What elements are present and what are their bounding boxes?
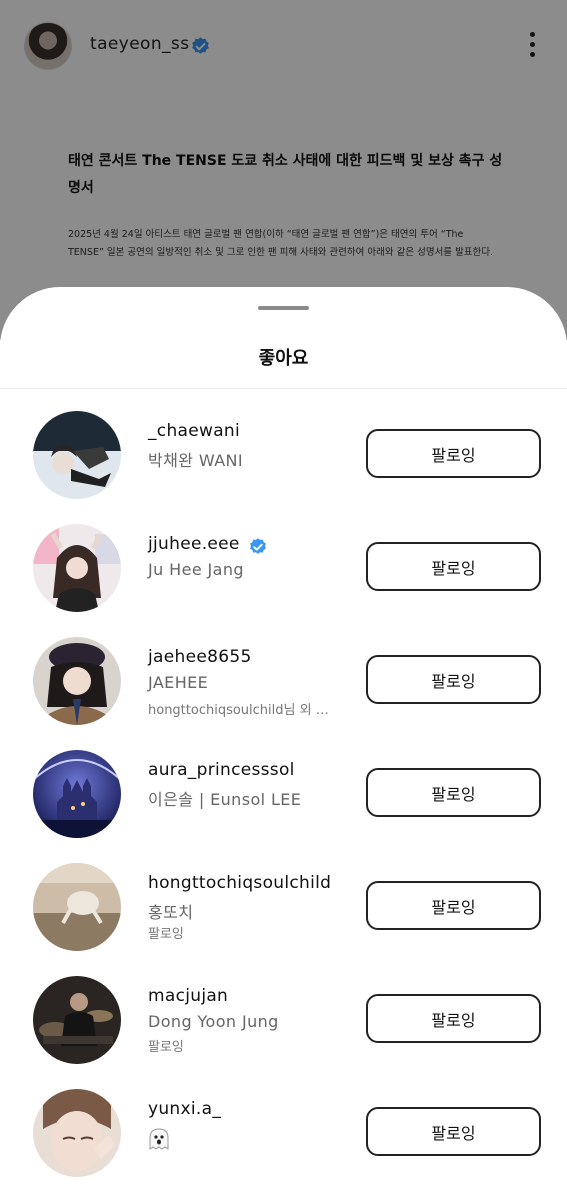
following-button[interactable]: 팔로잉 <box>366 881 541 930</box>
avatar[interactable] <box>33 637 121 725</box>
following-button[interactable]: 팔로잉 <box>366 542 541 591</box>
following-button[interactable]: 팔로잉 <box>366 994 541 1043</box>
username[interactable]: yunxi.a_ <box>148 1099 221 1119</box>
follow-status: 팔로잉 <box>148 927 184 942</box>
display-name: Ju Hee Jang <box>148 560 244 579</box>
like-list-item[interactable]: jaehee8655 JAEHEE hongttochiqsoulchild님 … <box>0 631 567 731</box>
avatar[interactable] <box>33 1089 121 1177</box>
username[interactable]: macjujan <box>148 986 228 1006</box>
display-name: 박채완 WANI <box>148 451 244 470</box>
following-button[interactable]: 팔로잉 <box>366 768 541 817</box>
like-list-item[interactable]: jjuhee.eee Ju Hee Jang 팔로잉 <box>0 518 567 618</box>
avatar[interactable] <box>33 524 121 612</box>
display-name: 이은솔 | Eunsol LEE <box>148 790 302 809</box>
username[interactable]: _chaewani <box>148 421 240 441</box>
likes-bottom-sheet: 좋아요 _chaewani 박채완 WANI 팔로잉 jjuhee.eee Ju… <box>0 287 567 1200</box>
mutual-followers[interactable]: hongttochiqsoulchild님 외 … <box>148 699 348 718</box>
username[interactable]: jaehee8655 <box>148 647 252 667</box>
display-name: 홍또치 <box>148 903 194 922</box>
divider <box>0 388 567 389</box>
avatar[interactable] <box>33 750 121 838</box>
following-button[interactable]: 팔로잉 <box>366 655 541 704</box>
avatar[interactable] <box>33 976 121 1064</box>
username[interactable]: aura_princesssol <box>148 760 295 780</box>
sheet-title: 좋아요 <box>258 348 309 369</box>
username[interactable]: jjuhee.eee <box>148 534 240 554</box>
follow-status: 팔로잉 <box>148 1040 184 1055</box>
following-button[interactable]: 팔로잉 <box>366 1107 541 1156</box>
ghost-emoji-icon <box>149 1128 169 1150</box>
avatar[interactable] <box>33 863 121 951</box>
display-name: Dong Yoon Jung <box>148 1012 279 1031</box>
drag-handle[interactable] <box>258 306 309 310</box>
avatar[interactable] <box>33 411 121 499</box>
verified-badge-icon <box>250 538 266 554</box>
username[interactable]: hongttochiqsoulchild <box>148 873 331 893</box>
like-list-item[interactable]: hongttochiqsoulchild 홍또치 팔로잉 팔로잉 <box>0 857 567 957</box>
following-button[interactable]: 팔로잉 <box>366 429 541 478</box>
like-list-item[interactable]: _chaewani 박채완 WANI 팔로잉 <box>0 405 567 505</box>
like-list-item[interactable]: macjujan Dong Yoon Jung 팔로잉 팔로잉 <box>0 970 567 1070</box>
like-list-item[interactable]: aura_princesssol 이은솔 | Eunsol LEE 팔로잉 <box>0 744 567 844</box>
like-list-item[interactable]: yunxi.a_ 팔로잉 <box>0 1083 567 1183</box>
display-name: JAEHEE <box>148 673 209 692</box>
